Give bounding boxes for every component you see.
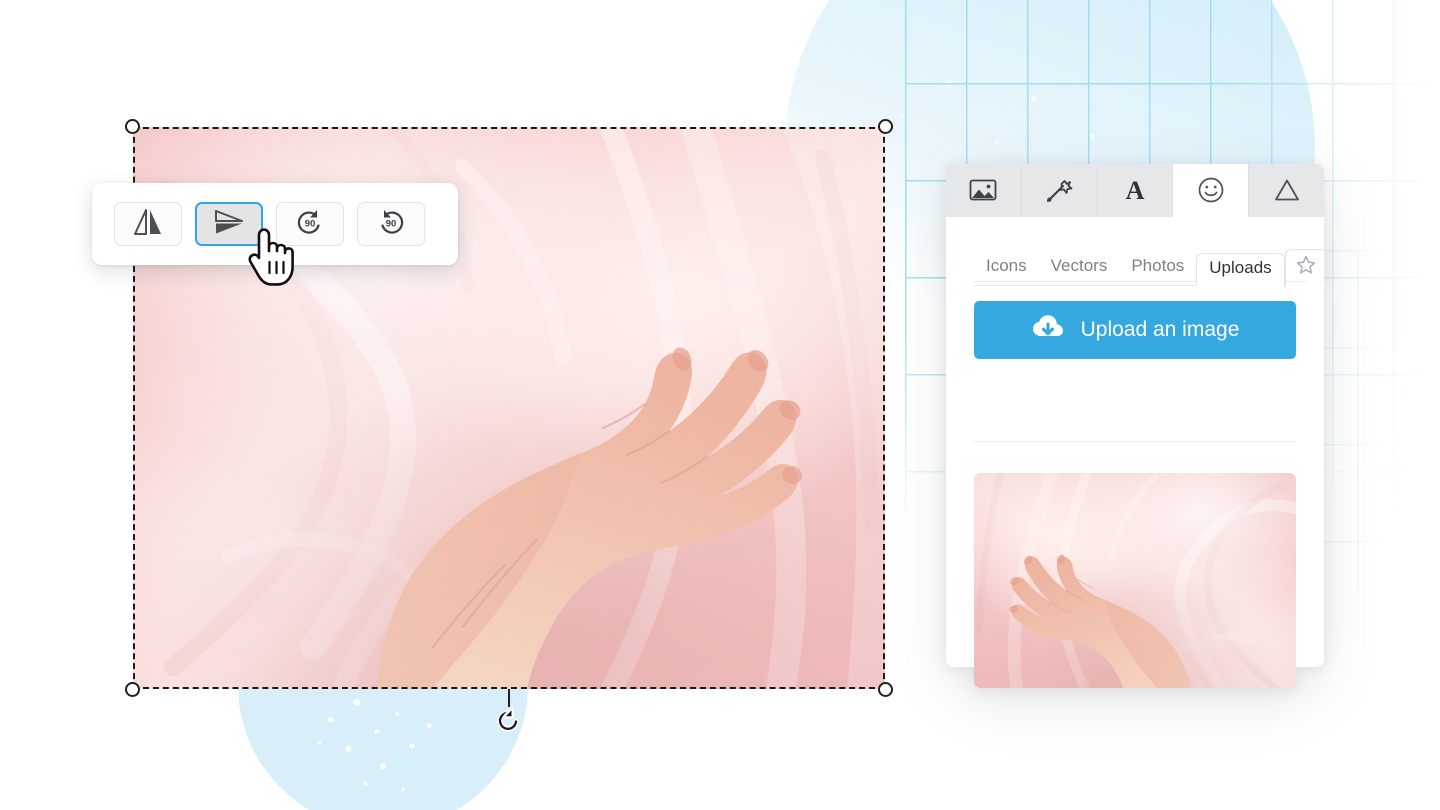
magic-wand-icon: [1044, 175, 1074, 210]
panel-subtab-bar: Icons Vectors Photos Uploads: [974, 249, 1327, 287]
subtab-icons[interactable]: Icons: [974, 252, 1039, 286]
panel-body: Icons Vectors Photos Uploads Upload an i…: [946, 217, 1327, 688]
panel-tab-elements[interactable]: [1173, 164, 1250, 221]
resize-handle-top-left[interactable]: [125, 119, 140, 134]
rotate-left-degrees-label: 90: [305, 218, 316, 229]
subtab-uploads[interactable]: Uploads: [1196, 253, 1285, 287]
flip-vertical-icon: [211, 207, 247, 242]
star-icon: [1295, 254, 1317, 281]
image-icon: [968, 177, 998, 208]
rotate-handle-icon[interactable]: [496, 707, 522, 733]
flip-horizontal-button[interactable]: [114, 202, 182, 246]
panel-divider: [974, 441, 1296, 442]
svg-text:A: A: [1126, 176, 1145, 205]
rotate-left-90-icon: 90: [293, 206, 327, 243]
triangle-icon: [1272, 176, 1302, 209]
rotate-right-90-icon: 90: [374, 206, 408, 243]
panel-tab-text[interactable]: A: [1097, 164, 1174, 221]
smiley-icon: [1196, 175, 1226, 210]
upload-thumbnail[interactable]: [974, 473, 1296, 688]
resize-handle-top-right[interactable]: [878, 119, 893, 134]
text-a-icon: A: [1120, 175, 1150, 210]
subtab-photos[interactable]: Photos: [1119, 252, 1197, 286]
cloud-download-icon: [1031, 314, 1065, 346]
panel-tab-effects[interactable]: [1021, 164, 1098, 221]
image-transform-toolbar: 90 90: [92, 183, 458, 265]
panel-tab-bar: A: [946, 164, 1324, 221]
subtab-vectors[interactable]: Vectors: [1038, 252, 1120, 286]
photo-pink-satin-hand-mirrored: [974, 473, 1296, 688]
flip-horizontal-icon: [130, 207, 166, 242]
upload-an-image-button[interactable]: Upload an image: [974, 301, 1296, 359]
resize-handle-bottom-left[interactable]: [125, 682, 140, 697]
rotate-right-degrees-label: 90: [386, 218, 397, 229]
elements-side-panel: A Icons Vectors Photos Uploads Upload an…: [946, 164, 1327, 688]
resize-handle-bottom-right[interactable]: [878, 682, 893, 697]
panel-tab-photos[interactable]: [946, 164, 1022, 221]
flip-vertical-button[interactable]: [195, 202, 263, 246]
rotate-right-90-button[interactable]: 90: [357, 202, 425, 246]
rotate-left-90-button[interactable]: 90: [276, 202, 344, 246]
subtab-favorites[interactable]: [1284, 249, 1327, 287]
upload-button-label: Upload an image: [1080, 318, 1240, 341]
panel-tab-shapes[interactable]: [1249, 164, 1324, 221]
rotate-handle-stem: [508, 689, 510, 707]
